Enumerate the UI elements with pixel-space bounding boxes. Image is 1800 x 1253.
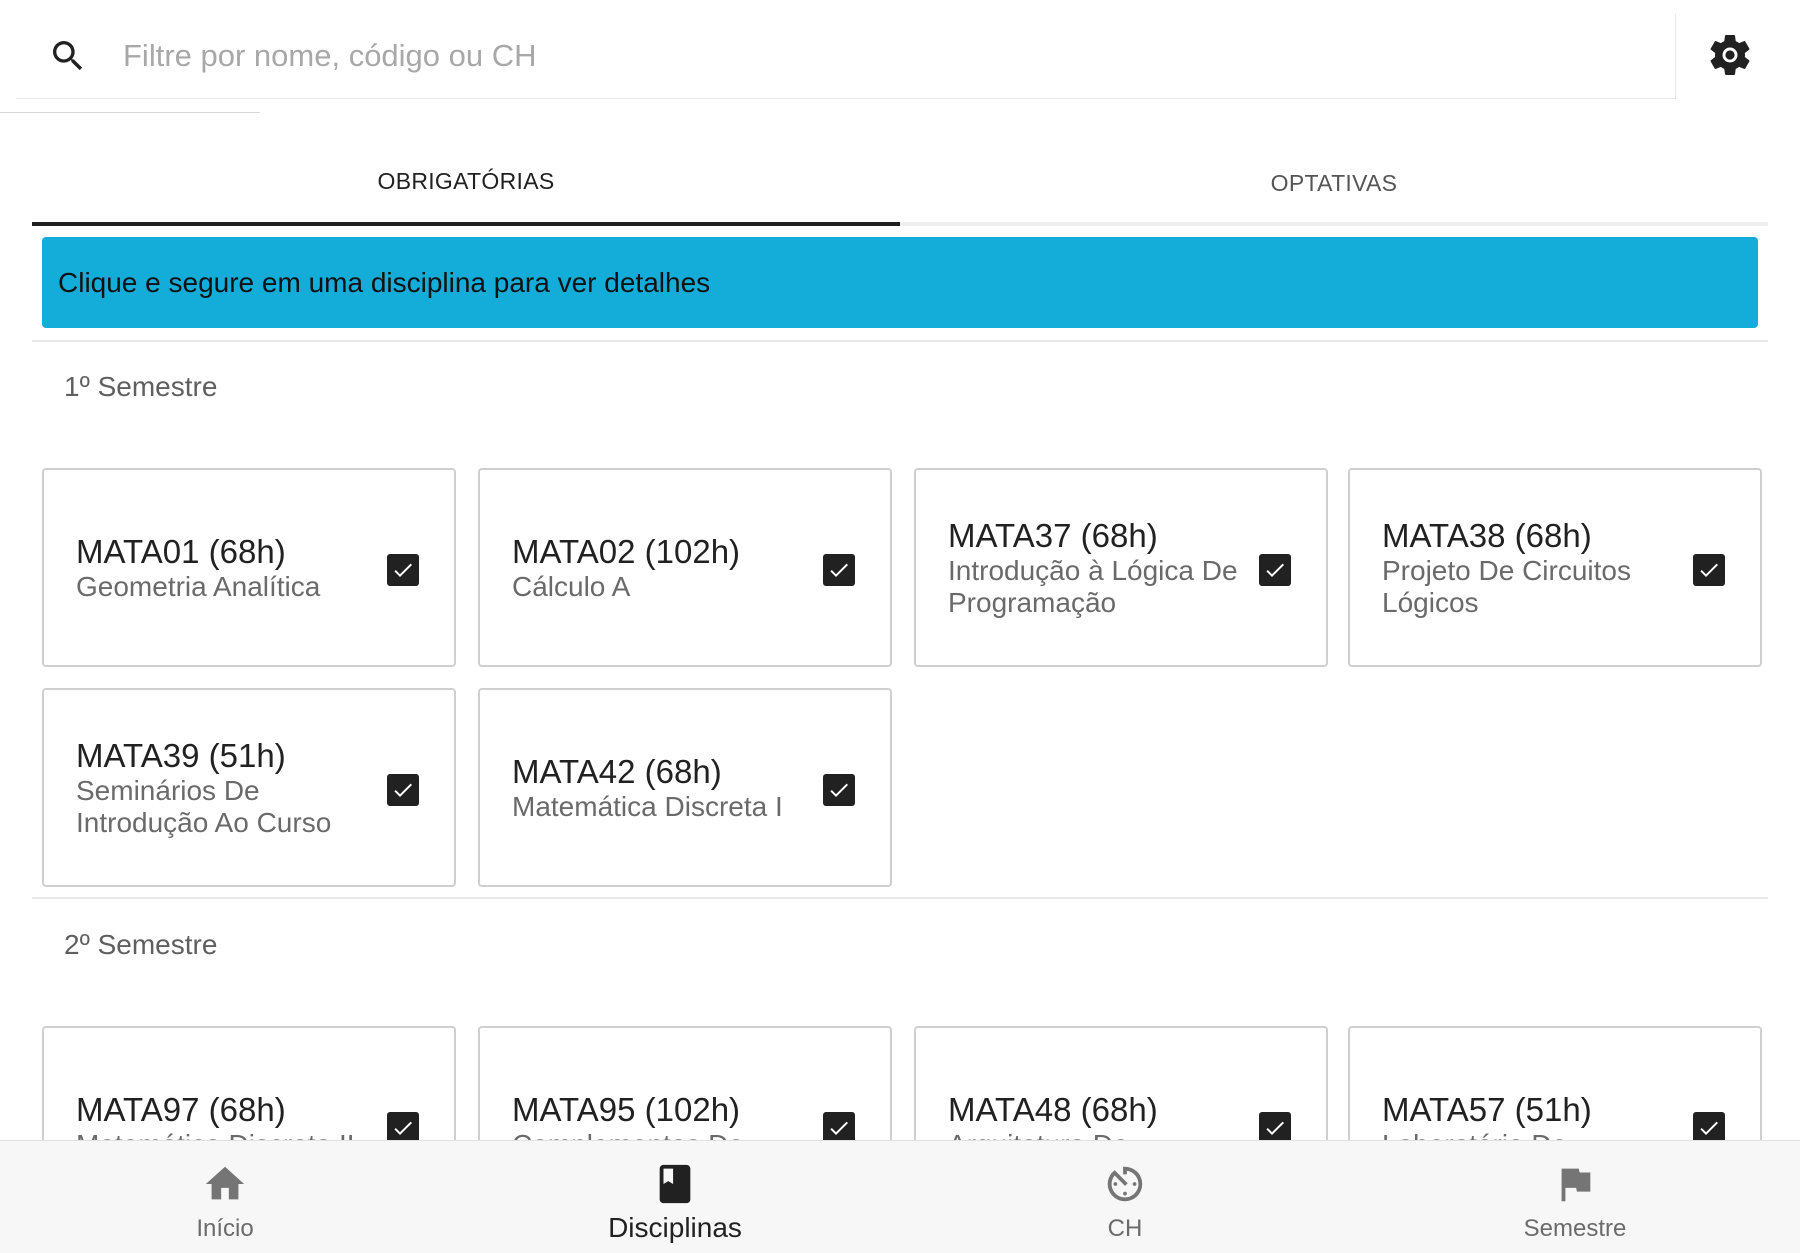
search-underline (0, 112, 260, 113)
check-icon (1266, 563, 1284, 577)
course-code: MATA97 (68h) (76, 1090, 286, 1128)
nav-item-label: Início (196, 1215, 254, 1242)
check-icon (1700, 563, 1718, 577)
book-icon (652, 1161, 698, 1207)
semester-title: 1º Semestre (64, 371, 218, 402)
course-name: Introdução à Lógica De Programação (948, 554, 1238, 618)
check-icon (394, 1121, 412, 1135)
course-name: Geometria Analítica (76, 570, 321, 602)
home-icon (202, 1161, 248, 1207)
tab-bar: OBRIGATÓRIAS OPTATIVAS (32, 140, 1768, 226)
course-code: MATA48 (68h) (948, 1090, 1158, 1128)
course-name: Projeto De Circuitos Lógicos (1382, 554, 1631, 618)
course-card[interactable]: MATA42 (68h) Matemática Discreta I (478, 688, 892, 887)
nav-item-label: CH (1107, 1215, 1143, 1242)
semester-title: 2º Semestre (64, 929, 218, 960)
nav-item-disciplinas[interactable]: Disciplinas (450, 1141, 900, 1253)
course-checkbox[interactable] (387, 554, 419, 586)
course-code: MATA95 (102h) (512, 1090, 741, 1128)
nav-item-label: Disciplinas (608, 1212, 742, 1243)
divider (32, 340, 1768, 342)
course-name: Matemática Discreta I (512, 790, 783, 822)
course-code: MATA01 (68h) (76, 532, 286, 570)
tab-obrigatorias[interactable]: OBRIGATÓRIAS (32, 140, 900, 226)
nav-item-ch[interactable]: CH (900, 1141, 1350, 1253)
check-icon (830, 563, 848, 577)
info-banner-text: Clique e segure em uma disciplina para v… (58, 266, 711, 298)
course-card[interactable]: MATA02 (102h) Cálculo A (478, 468, 892, 667)
check-icon (394, 563, 412, 577)
check-icon (1266, 1121, 1284, 1135)
gear-icon[interactable] (1705, 30, 1755, 80)
course-checkbox[interactable] (1693, 554, 1725, 586)
check-icon (830, 1121, 848, 1135)
course-name: Seminários De Introdução Ao Curso (76, 774, 332, 838)
course-name: Cálculo A (512, 570, 631, 602)
course-code: MATA39 (51h) (76, 736, 286, 774)
course-code: MATA37 (68h) (948, 516, 1158, 554)
nav-item-semestre[interactable]: Semestre (1350, 1141, 1800, 1253)
nav-item-inicio[interactable]: Início (0, 1141, 450, 1253)
flag-icon (1552, 1161, 1598, 1207)
tab-optativas[interactable]: OPTATIVAS (900, 140, 1768, 226)
course-checkbox[interactable] (823, 554, 855, 586)
course-code: MATA38 (68h) (1382, 516, 1592, 554)
timer-icon (1102, 1161, 1148, 1207)
course-code: MATA57 (51h) (1382, 1090, 1592, 1128)
check-icon (394, 783, 412, 797)
course-code: MATA02 (102h) (512, 532, 741, 570)
course-card[interactable]: MATA37 (68h) Introdução à Lógica De Progr… (914, 468, 1328, 667)
course-card[interactable]: MATA39 (51h) Seminários De Introdução Ao … (42, 688, 456, 887)
course-checkbox[interactable] (387, 774, 419, 806)
check-icon (830, 783, 848, 797)
search-bar (16, 14, 1676, 99)
course-card[interactable]: MATA01 (68h) Geometria Analítica (42, 468, 456, 667)
course-code: MATA42 (68h) (512, 752, 722, 790)
nav-item-label: Semestre (1523, 1215, 1627, 1242)
info-banner: Clique e segure em uma disciplina para v… (42, 237, 1758, 328)
bottom-nav: Início Disciplinas CH Semestre (0, 1140, 1800, 1253)
course-checkbox[interactable] (823, 774, 855, 806)
search-icon[interactable] (48, 36, 88, 76)
course-card[interactable]: MATA38 (68h) Projeto De Circuitos Lógicos (1348, 468, 1762, 667)
check-icon (1700, 1121, 1718, 1135)
course-checkbox[interactable] (1259, 554, 1291, 586)
divider (32, 897, 1768, 899)
search-input[interactable] (123, 32, 1623, 80)
